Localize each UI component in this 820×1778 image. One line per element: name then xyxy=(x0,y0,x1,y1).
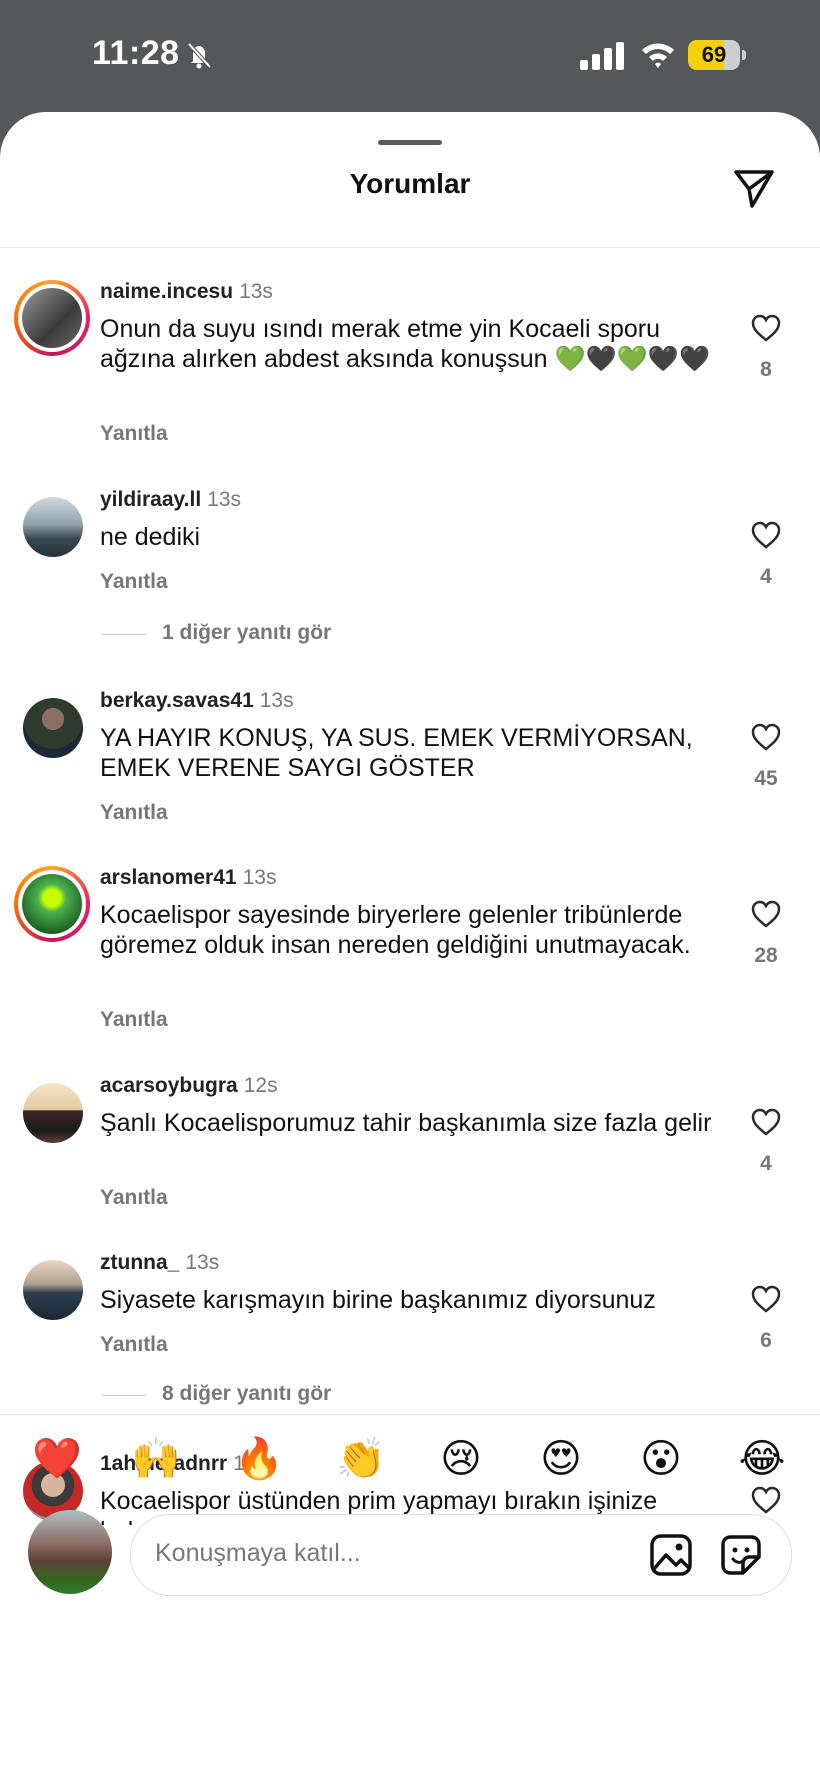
comment-text: Şanlı Kocaelisporumuz tahir başkanımla s… xyxy=(100,1109,712,1137)
reaction-surprised-icon[interactable]: 😮 xyxy=(634,1432,688,1486)
view-more-replies[interactable]: 8 diğer yanıtı gör xyxy=(162,1382,331,1406)
comment-time: 13s xyxy=(242,866,277,889)
reply-button[interactable]: Yanıtla xyxy=(100,1008,168,1032)
comments-list[interactable]: naime.incesu 13s Onun da suyu ısındı mera… xyxy=(0,248,820,1525)
comment-time: 13s xyxy=(239,280,273,303)
drag-handle[interactable] xyxy=(378,140,442,145)
avatar[interactable] xyxy=(14,866,90,942)
replies-divider xyxy=(102,634,146,635)
reaction-fire-icon[interactable]: 🔥 xyxy=(232,1432,286,1486)
like-count: 45 xyxy=(754,767,778,790)
like-count: 4 xyxy=(760,565,772,588)
comment-item: berkay.savas41 13s YA HAYIR KONUŞ, YA SUS… xyxy=(0,689,820,839)
reactions-divider xyxy=(0,1414,820,1415)
reaction-clap-icon[interactable]: 👏 xyxy=(334,1432,388,1486)
heart-icon[interactable] xyxy=(750,722,782,752)
reaction-laughing-icon[interactable]: 😂 xyxy=(735,1432,789,1486)
reply-button[interactable]: Yanıtla xyxy=(100,1333,168,1357)
avatar[interactable] xyxy=(14,1074,90,1150)
reaction-raised-hands-icon[interactable]: 🙌 xyxy=(129,1432,183,1486)
comment-username[interactable]: arslanomer41 13s xyxy=(100,866,276,890)
reply-button[interactable]: Yanıtla xyxy=(100,1186,168,1210)
comment-time: 12s xyxy=(243,1074,278,1097)
comment-username[interactable]: ztunna_ 13s xyxy=(100,1251,219,1275)
reaction-heart-icon[interactable]: ❤️ xyxy=(30,1432,84,1486)
comment-input-placeholder: Konuşmaya katıl... xyxy=(155,1539,361,1567)
heart-icon[interactable] xyxy=(750,1107,782,1137)
bell-slash-icon xyxy=(187,42,212,69)
current-user-avatar xyxy=(28,1510,112,1594)
comment-text: Kocaelispor sayesinde biryerlere gelenle… xyxy=(100,901,691,959)
heart-icon[interactable] xyxy=(750,899,782,929)
avatar[interactable] xyxy=(14,689,90,765)
like-count: 6 xyxy=(760,1329,772,1352)
comment-item: ztunna_ 13s Siyasete karışmayın birine ba… xyxy=(0,1251,820,1421)
like-count: 4 xyxy=(760,1152,772,1175)
cellular-signal-icon xyxy=(580,42,624,70)
send-icon[interactable] xyxy=(730,164,778,212)
sticker-icon[interactable] xyxy=(719,1533,763,1577)
comment-item: naime.incesu 13s Onun da suyu ısındı mera… xyxy=(0,280,820,450)
reaction-heart-eyes-icon[interactable]: 😍 xyxy=(534,1432,588,1486)
comment-text: YA HAYIR KONUŞ, YA SUS. EMEK VERMİYORSAN… xyxy=(100,724,693,782)
battery-percent: 69 xyxy=(701,42,727,67)
like-count: 8 xyxy=(760,358,772,381)
reply-button[interactable]: Yanıtla xyxy=(100,422,168,446)
reaction-crying-icon[interactable]: 😢 xyxy=(434,1432,488,1486)
comment-username[interactable]: berkay.savas41 13s xyxy=(100,689,294,713)
battery-indicator: 69 xyxy=(688,40,746,70)
reply-button[interactable]: Yanıtla xyxy=(100,570,168,594)
image-icon[interactable] xyxy=(649,1533,693,1577)
wifi-icon xyxy=(642,43,674,68)
comment-item: acarsoybugra 12s Şanlı Kocaelisporumuz ta… xyxy=(0,1074,820,1224)
comment-username[interactable]: yildiraay.ll 13s xyxy=(100,488,241,512)
quick-reactions: ❤️ 🙌 🔥 👏 😢 😍 😮 😂 xyxy=(0,1432,820,1492)
reply-button[interactable]: Yanıtla xyxy=(100,801,168,825)
comment-time: 13s xyxy=(185,1251,220,1274)
comment-time: 13s xyxy=(207,488,242,511)
comment-time: 13s xyxy=(259,689,294,712)
heart-icon[interactable] xyxy=(750,1284,782,1314)
status-time: 11:28 xyxy=(92,34,180,72)
avatar[interactable] xyxy=(14,280,90,356)
comment-username[interactable]: acarsoybugra 12s xyxy=(100,1074,278,1098)
view-more-replies[interactable]: 1 diğer yanıtı gör xyxy=(162,621,331,645)
comment-item: arslanomer41 13s Kocaelispor sayesinde bi… xyxy=(0,866,820,1036)
comment-text: Onun da suyu ısındı merak etme yin Kocae… xyxy=(100,315,711,373)
comment-username[interactable]: naime.incesu 13s xyxy=(100,280,273,304)
sheet-title: Yorumlar xyxy=(349,168,471,199)
comment-text: ne dediki xyxy=(100,523,201,551)
comment-item: yildiraay.ll 13s ne dediki Yanıtla 4 1 di… xyxy=(0,488,820,658)
heart-icon[interactable] xyxy=(750,520,782,550)
avatar[interactable] xyxy=(14,488,90,564)
comment-input[interactable]: Konuşmaya katıl... xyxy=(130,1514,792,1596)
like-count: 28 xyxy=(754,944,778,967)
comment-text: Siyasete karışmayın birine başkanımız di… xyxy=(100,1286,656,1314)
heart-icon[interactable] xyxy=(750,313,782,343)
avatar[interactable] xyxy=(14,1251,90,1327)
status-bar: 11:28 69 xyxy=(0,0,820,112)
replies-divider xyxy=(102,1395,146,1396)
